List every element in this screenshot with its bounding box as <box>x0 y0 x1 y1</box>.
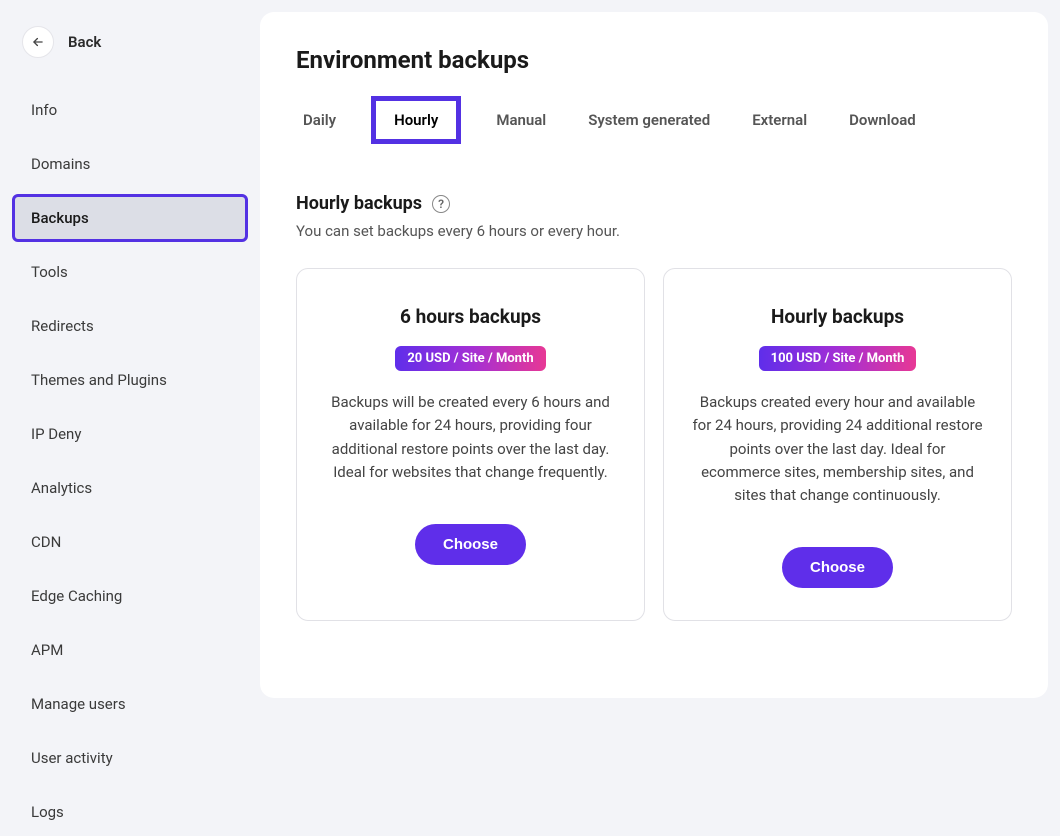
plan-cards: 6 hours backups 20 USD / Site / Month Ba… <box>296 268 1012 621</box>
tab-external[interactable]: External <box>745 96 814 144</box>
plan-description: Backups will be created every 6 hours an… <box>325 391 616 484</box>
plan-title: Hourly backups <box>771 305 904 328</box>
page-title: Environment backups <box>296 46 1012 74</box>
price-badge: 20 USD / Site / Month <box>395 346 545 371</box>
tab-system-generated[interactable]: System generated <box>581 96 717 144</box>
sidebar-item-user-activity[interactable]: User activity <box>12 734 248 782</box>
sidebar-item-domains[interactable]: Domains <box>12 140 248 188</box>
tabs: Daily Hourly Manual System generated Ext… <box>296 96 1012 145</box>
sidebar-item-ip-deny[interactable]: IP Deny <box>12 410 248 458</box>
sidebar-item-info[interactable]: Info <box>12 86 248 134</box>
section-description: You can set backups every 6 hours or eve… <box>296 222 1012 240</box>
sidebar-item-manage-users[interactable]: Manage users <box>12 680 248 728</box>
section-title: Hourly backups <box>296 193 422 214</box>
sidebar-item-analytics[interactable]: Analytics <box>12 464 248 512</box>
main-panel: Environment backups Daily Hourly Manual … <box>260 12 1048 698</box>
sidebar-item-apm[interactable]: APM <box>12 626 248 674</box>
back-link[interactable]: Back <box>12 18 248 66</box>
tab-manual[interactable]: Manual <box>489 96 553 144</box>
sidebar-item-logs[interactable]: Logs <box>12 788 248 836</box>
sidebar-item-themes-plugins[interactable]: Themes and Plugins <box>12 356 248 404</box>
plan-title: 6 hours backups <box>400 305 541 328</box>
back-arrow-icon[interactable] <box>22 26 54 58</box>
back-label: Back <box>68 33 101 51</box>
plan-description: Backups created every hour and available… <box>692 391 983 507</box>
sidebar-item-tools[interactable]: Tools <box>12 248 248 296</box>
choose-button-6hours[interactable]: Choose <box>415 524 526 565</box>
price-badge: 100 USD / Site / Month <box>759 346 917 371</box>
sidebar-item-cdn[interactable]: CDN <box>12 518 248 566</box>
choose-button-hourly[interactable]: Choose <box>782 547 893 588</box>
sidebar-item-edge-caching[interactable]: Edge Caching <box>12 572 248 620</box>
sidebar: Back Info Domains Backups Tools Redirect… <box>0 0 260 710</box>
help-icon[interactable]: ? <box>432 195 450 213</box>
tab-daily[interactable]: Daily <box>296 96 343 144</box>
tab-hourly[interactable]: Hourly <box>371 96 461 144</box>
tab-download[interactable]: Download <box>842 96 923 144</box>
sidebar-item-backups[interactable]: Backups <box>12 194 248 242</box>
plan-card-hourly: Hourly backups 100 USD / Site / Month Ba… <box>663 268 1012 621</box>
sidebar-item-redirects[interactable]: Redirects <box>12 302 248 350</box>
plan-card-6hours: 6 hours backups 20 USD / Site / Month Ba… <box>296 268 645 621</box>
